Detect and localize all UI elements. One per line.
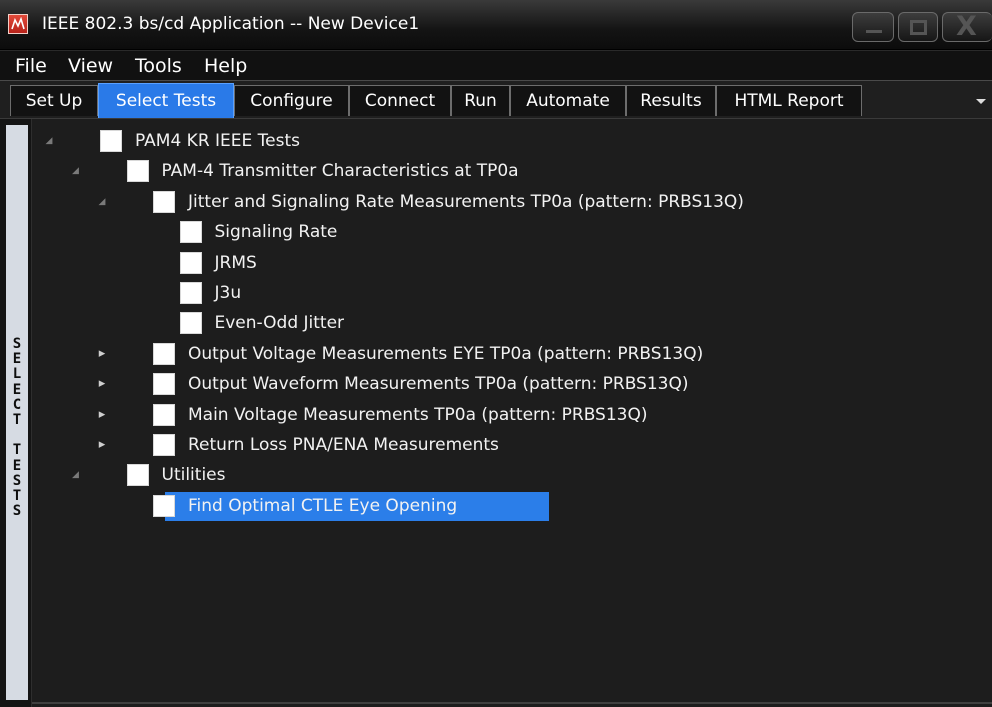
side-panel-letter: E	[12, 457, 22, 474]
side-panel-letter: S	[12, 472, 22, 489]
tree-item-label: PAM-4 Transmitter Characteristics at TP0…	[161, 161, 519, 182]
side-panel-letter: S	[12, 336, 22, 352]
tree-item[interactable]: ▸ Output Voltage Measurements EYE TP0a (p…	[32, 340, 992, 368]
menu-view[interactable]: View	[68, 55, 113, 77]
tree-item[interactable]: ◢ Utilities	[32, 461, 992, 489]
side-panel-letter	[7, 428, 27, 443]
expanded-arrow-icon[interactable]: ◢	[71, 470, 81, 480]
tree-item[interactable]: ▸ Return Loss PNA/ENA Measurements	[32, 431, 992, 459]
tree-item-checkbox[interactable]	[153, 373, 175, 396]
minimize-button[interactable]	[852, 12, 894, 42]
tab-run[interactable]: Run	[451, 85, 510, 116]
menu-tools[interactable]: Tools	[135, 55, 182, 77]
tree-item-checkbox[interactable]	[100, 130, 122, 152]
tree-item-label: JRMS	[214, 252, 257, 273]
minimize-icon	[866, 30, 882, 33]
tab-select-tests[interactable]: Select Tests	[98, 83, 234, 119]
tree-item-checkbox[interactable]	[179, 312, 202, 335]
close-icon: X	[956, 11, 977, 42]
tree-item-checkbox[interactable]	[179, 251, 202, 274]
tab-results[interactable]: Results	[626, 85, 716, 116]
tree-item-label: Main Voltage Measurements TP0a (pattern:…	[188, 404, 648, 425]
window-title: IEEE 802.3 bs/cd Application -- New Devi…	[42, 14, 420, 34]
tab-set-up[interactable]: Set Up	[10, 85, 98, 116]
close-button[interactable]: X	[942, 11, 992, 42]
main-panel: SELECT TESTS ◢ PAM4 KR IEEE Tests ◢ PAM-4 T…	[0, 118, 992, 707]
collapsed-arrow-icon[interactable]: ▸	[97, 376, 107, 391]
expanded-arrow-icon[interactable]: ◢	[97, 197, 107, 207]
side-panel-letter: E	[12, 381, 22, 398]
side-panel-letter: E	[12, 351, 22, 368]
tree-item-label: Utilities	[161, 465, 226, 486]
tree-item-label: J3u	[214, 283, 242, 303]
side-panel-letter: S	[12, 503, 22, 520]
test-tree: ◢ PAM4 KR IEEE Tests ◢ PAM-4 Transmitter Ch…	[32, 119, 992, 699]
tab-bar: Set Up Select Tests Configure Connect Ru…	[0, 80, 992, 119]
side-panel-letter: T	[12, 412, 22, 429]
maximize-icon	[910, 20, 927, 35]
tree-item[interactable]: ◢ PAM4 KR IEEE Tests	[32, 127, 992, 155]
side-panel-label: SELECT TESTS	[7, 336, 27, 520]
tree-item[interactable]: ▸ Output Waveform Measurements TP0a (patt…	[32, 370, 992, 398]
side-panel-letter: T	[12, 442, 22, 459]
tree-item[interactable]: Even-Odd Jitter	[32, 309, 992, 337]
side-panel[interactable]: SELECT TESTS	[0, 119, 32, 707]
tree-item-label: PAM4 KR IEEE Tests	[135, 131, 301, 151]
side-panel-letter: C	[12, 396, 22, 413]
maximize-button[interactable]	[898, 12, 938, 42]
divider	[32, 702, 992, 704]
menu-help[interactable]: Help	[204, 55, 247, 77]
collapsed-arrow-icon[interactable]: ▸	[97, 407, 107, 422]
tab-connect[interactable]: Connect	[349, 85, 451, 116]
tree-item-checkbox[interactable]	[153, 190, 175, 213]
tab-overflow-arrow-icon[interactable]	[976, 99, 986, 104]
tree-item[interactable]: Signaling Rate	[32, 218, 992, 246]
collapsed-arrow-icon[interactable]: ▸	[97, 346, 107, 361]
side-panel-letter: L	[12, 366, 22, 383]
tab-configure[interactable]: Configure	[234, 85, 349, 116]
tree-item-label: Signaling Rate	[214, 222, 338, 243]
tree-item-checkbox[interactable]	[153, 434, 175, 456]
tree-item-label: Output Waveform Measurements TP0a (patte…	[188, 374, 689, 395]
tree-item-label: Output Voltage Measurements EYE TP0a (pa…	[188, 343, 704, 364]
tab-html-report[interactable]: HTML Report	[716, 85, 862, 116]
tab-automate[interactable]: Automate	[510, 85, 626, 116]
tree-item[interactable]: ◢ PAM-4 Transmitter Characteristics at TP…	[32, 157, 992, 185]
app-logo-icon	[8, 14, 28, 34]
expanded-arrow-icon[interactable]: ◢	[71, 166, 81, 176]
expanded-arrow-icon[interactable]: ◢	[44, 136, 54, 146]
tree-item[interactable]: ▸ Main Voltage Measurements TP0a (pattern…	[32, 401, 992, 429]
side-panel-letter: T	[12, 488, 22, 505]
menu-file[interactable]: File	[15, 55, 47, 77]
title-bar[interactable]: IEEE 802.3 bs/cd Application -- New Devi…	[0, 0, 992, 50]
tree-item-checkbox[interactable]	[126, 160, 149, 183]
tree-item[interactable]: JRMS	[32, 249, 992, 277]
tree-item[interactable]: Find Optimal CTLE Eye Opening	[32, 491, 992, 521]
tree-item-label: Even-Odd Jitter	[214, 313, 345, 334]
tree-item-label: Find Optimal CTLE Eye Opening	[188, 495, 458, 516]
tree-item-checkbox[interactable]	[126, 464, 149, 487]
tree-item-checkbox[interactable]	[153, 342, 175, 365]
tree-item-checkbox[interactable]	[179, 221, 202, 244]
tree-item[interactable]: ◢ Jitter and Signaling Rate Measurements …	[32, 188, 992, 216]
tree-item-label: Jitter and Signaling Rate Measurements T…	[188, 191, 744, 212]
tree-item[interactable]: J3u	[32, 279, 992, 307]
tree-item-checkbox[interactable]	[179, 282, 202, 304]
tree-item-label: Return Loss PNA/ENA Measurements	[188, 435, 499, 455]
collapsed-arrow-icon[interactable]: ▸	[97, 437, 107, 452]
tree-item-checkbox[interactable]	[153, 494, 175, 517]
menu-bar: File View Tools Help	[0, 50, 992, 80]
tree-item-checkbox[interactable]	[153, 403, 175, 426]
